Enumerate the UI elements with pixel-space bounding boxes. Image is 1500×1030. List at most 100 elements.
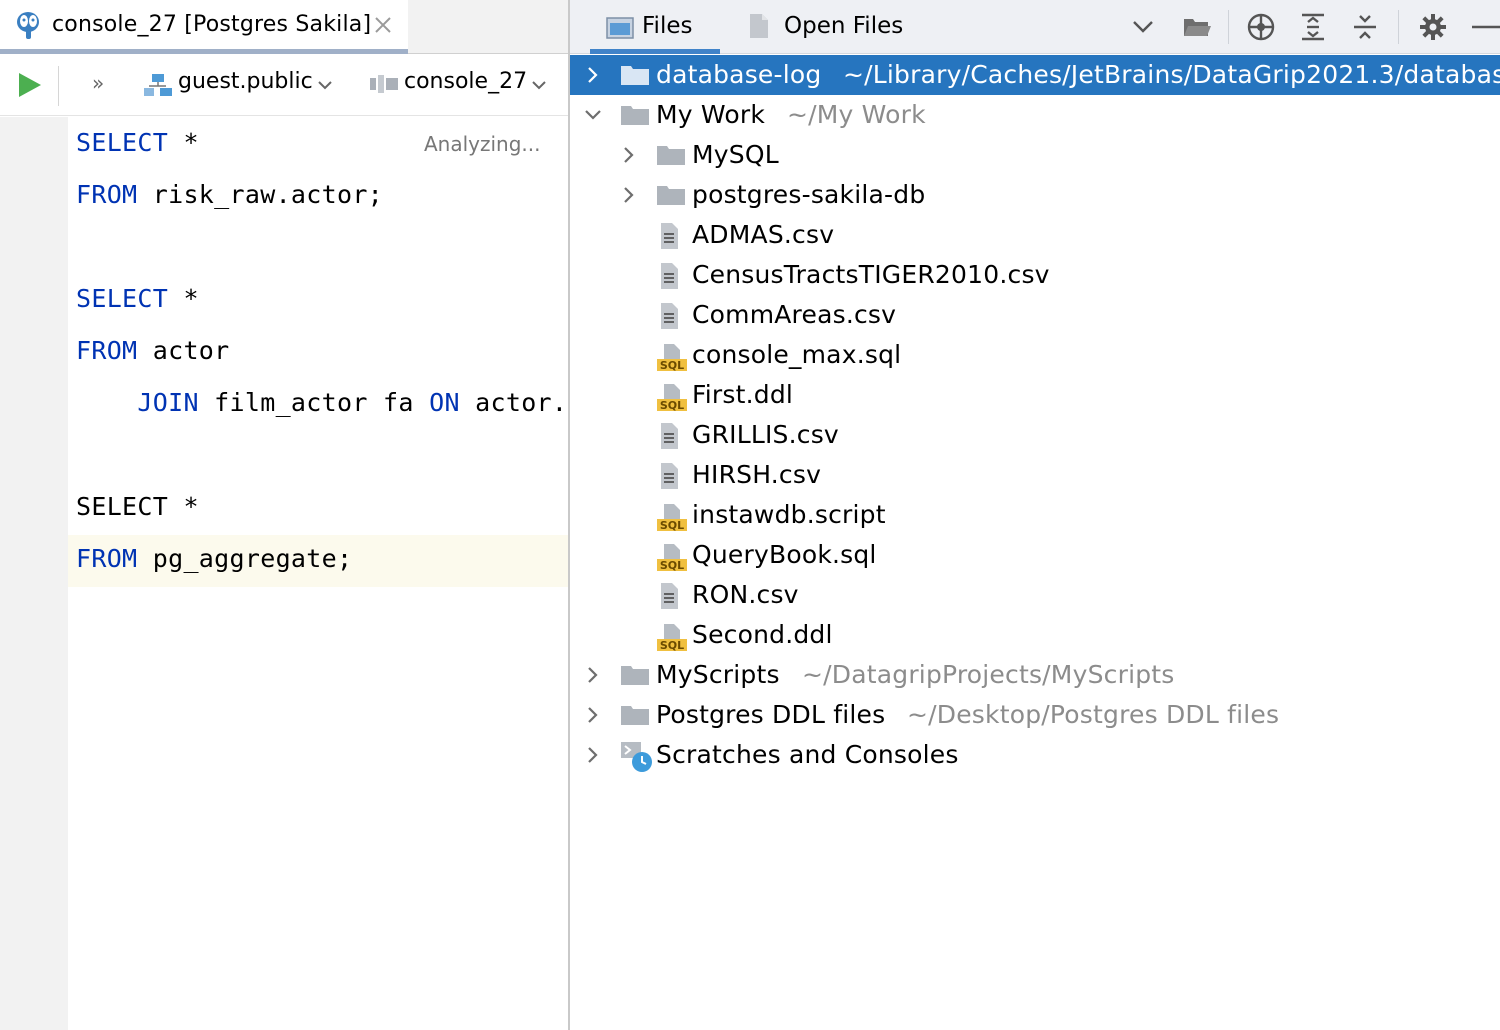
minimize-icon[interactable] [1470, 12, 1500, 42]
tree-item-label: console_max.sql [692, 340, 902, 369]
files-window-icon [606, 17, 634, 39]
collapse-all-icon[interactable] [1350, 12, 1380, 42]
code-line[interactable]: SELECT * [76, 284, 199, 313]
chevron-down-icon[interactable] [316, 78, 334, 92]
project-panel-header: Files Open Files [570, 0, 1500, 54]
chevron-right-icon[interactable] [584, 666, 602, 684]
tree-item-label: QueryBook.sql [692, 540, 877, 569]
text-file-icon [661, 303, 678, 329]
tree-folder[interactable]: Postgres DDL files ~/Desktop/Postgres DDL… [570, 695, 1500, 735]
svg-text:SQL: SQL [660, 399, 684, 412]
tree-folder[interactable]: MyScripts ~/DatagripProjects/MyScripts [570, 655, 1500, 695]
locate-icon[interactable] [1246, 12, 1276, 42]
project-panel: Files Open Files database-log ~/Library/… [570, 0, 1500, 1030]
tree-item-label: My Work [656, 100, 766, 129]
tree-file[interactable]: ADMAS.csv [570, 215, 1500, 255]
tree-folder[interactable]: MySQL [570, 135, 1500, 175]
tree-item-path: ~/My Work [787, 100, 926, 129]
chevron-right-icon[interactable] [620, 186, 638, 204]
file-icon [750, 14, 768, 38]
tree-item-label: database-log [656, 60, 822, 89]
postgres-elephant-icon [17, 12, 39, 39]
tree-folder[interactable]: database-log ~/Library/Caches/JetBrains/D… [570, 55, 1500, 95]
tree-item-label: postgres-sakila-db [692, 180, 926, 209]
editor-panel: console_27 [Postgres Sakila] » guest.pub… [0, 0, 568, 1030]
tree-item-path: ~/Library/Caches/JetBrains/DataGrip2021.… [843, 60, 1500, 89]
svg-text:SQL: SQL [660, 359, 684, 372]
code-line[interactable]: SELECT * [76, 128, 199, 157]
tree-item-label: Second.ddl [692, 620, 833, 649]
run-icon[interactable] [14, 70, 44, 100]
folder-icon [621, 666, 649, 685]
more-actions-button[interactable]: » [92, 71, 104, 95]
folder-icon [621, 106, 649, 125]
tree-file[interactable]: SQL instawdb.script [570, 495, 1500, 535]
close-icon[interactable] [372, 14, 394, 36]
editor-toolbar: » guest.public console_27 [0, 54, 568, 116]
svg-text:SQL: SQL [660, 639, 684, 652]
chevron-right-icon[interactable] [620, 146, 638, 164]
console-selector[interactable]: console_27 [404, 69, 527, 94]
editor-tab-console[interactable]: console_27 [Postgres Sakila] [0, 0, 408, 54]
chevron-right-icon[interactable] [584, 746, 602, 764]
toolbar-separator [58, 66, 59, 106]
tree-file[interactable]: RON.csv [570, 575, 1500, 615]
tree-file[interactable]: HIRSH.csv [570, 455, 1500, 495]
tree-item-label: RON.csv [692, 580, 799, 609]
editor-tab-bar: console_27 [Postgres Sakila] [0, 0, 568, 54]
tree-item-path: ~/Desktop/Postgres DDL files [907, 700, 1280, 729]
code-line[interactable]: FROM risk_raw.actor; [76, 180, 383, 209]
text-file-icon [661, 583, 678, 609]
tree-item-label: Scratches and Consoles [656, 740, 959, 769]
chevron-down-icon[interactable] [1128, 12, 1158, 42]
tree-folder[interactable]: postgres-sakila-db [570, 175, 1500, 215]
sql-file-icon: SQL [657, 344, 687, 372]
tree-file[interactable]: SQL console_max.sql [570, 335, 1500, 375]
folder-icon [657, 146, 685, 165]
text-file-icon [661, 263, 678, 289]
tree-file[interactable]: CommAreas.csv [570, 295, 1500, 335]
text-file-icon [661, 223, 678, 249]
header-separator [1228, 10, 1229, 44]
tree-item-label: Postgres DDL files [656, 700, 886, 729]
chevron-down-icon[interactable] [584, 106, 602, 124]
tree-item-label: CommAreas.csv [692, 300, 897, 329]
active-tab-indicator [590, 49, 720, 54]
tree-folder[interactable]: Scratches and Consoles [570, 735, 1500, 775]
tree-item-path: ~/DatagripProjects/MyScripts [802, 660, 1175, 689]
folder-icon [621, 706, 649, 725]
analysis-status: Analyzing... [424, 132, 541, 156]
tab-open-files[interactable]: Open Files [784, 13, 903, 39]
text-file-icon [661, 463, 678, 489]
sql-file-icon: SQL [657, 544, 687, 572]
gear-icon[interactable] [1418, 12, 1448, 42]
tree-file[interactable]: SQL Second.ddl [570, 615, 1500, 655]
code-line[interactable]: FROM pg_aggregate; [76, 544, 352, 573]
tree-file[interactable]: CensusTractsTIGER2010.csv [570, 255, 1500, 295]
code-line[interactable]: FROM actor [76, 336, 230, 365]
tree-item-label: GRILLIS.csv [692, 420, 839, 449]
chevron-right-icon[interactable] [584, 66, 602, 84]
tree-item-label: CensusTractsTIGER2010.csv [692, 260, 1050, 289]
chevron-down-icon[interactable] [530, 78, 548, 92]
console-icon [370, 75, 398, 93]
tree-folder[interactable]: My Work ~/My Work [570, 95, 1500, 135]
editor-tab-title: console_27 [Postgres Sakila] [52, 12, 372, 37]
sql-file-icon: SQL [657, 384, 687, 412]
expand-all-icon[interactable] [1298, 12, 1328, 42]
editor-gutter [0, 535, 68, 587]
tree-file[interactable]: SQL First.ddl [570, 375, 1500, 415]
code-line[interactable]: SELECT * [76, 492, 199, 521]
tree-file[interactable]: SQL QueryBook.sql [570, 535, 1500, 575]
tab-files-label: Files [642, 13, 693, 39]
tab-files[interactable]: Files [590, 0, 720, 54]
chevron-right-icon[interactable] [584, 706, 602, 724]
code-line[interactable]: JOIN film_actor fa ON actor. [76, 388, 567, 417]
tree-item-label: First.ddl [692, 380, 794, 409]
folder-icon [657, 186, 685, 205]
open-folder-icon[interactable] [1182, 12, 1212, 42]
tree-item-label: ADMAS.csv [692, 220, 835, 249]
schema-selector[interactable]: guest.public [178, 69, 313, 94]
tree-file[interactable]: GRILLIS.csv [570, 415, 1500, 455]
sql-file-icon: SQL [657, 624, 687, 652]
